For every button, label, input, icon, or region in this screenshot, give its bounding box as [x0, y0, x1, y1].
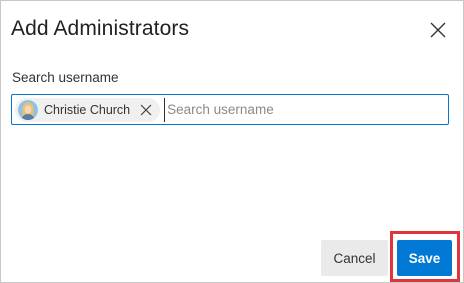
close-icon [140, 104, 152, 115]
search-username-input[interactable] [164, 97, 448, 122]
people-picker[interactable]: Christie Church [11, 94, 449, 125]
save-button[interactable]: Save [397, 240, 452, 276]
dialog-title: Add Administrators [11, 17, 190, 40]
search-username-label: Search username [12, 70, 119, 85]
cancel-button[interactable]: Cancel [321, 240, 388, 276]
selected-user-name: Christie Church [44, 102, 131, 117]
remove-user-button[interactable] [136, 100, 156, 120]
close-button[interactable] [426, 18, 450, 42]
selected-user-chip: Christie Church [15, 97, 161, 122]
add-administrators-dialog: Add Administrators Search username Chris… [0, 0, 464, 283]
close-icon [430, 22, 446, 38]
user-avatar-icon [18, 99, 38, 120]
